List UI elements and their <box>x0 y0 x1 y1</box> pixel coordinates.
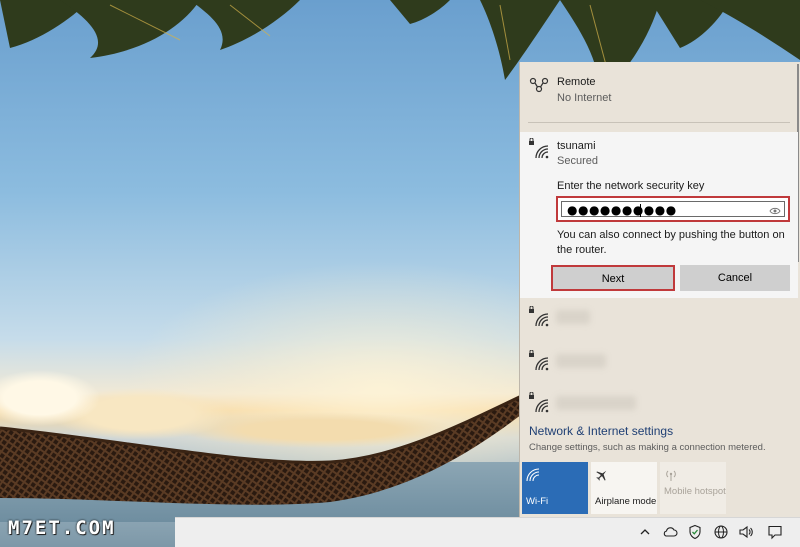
tile-label: Airplane mode <box>595 496 657 507</box>
network-status: No Internet <box>557 92 612 104</box>
mobile-hotspot-tile[interactable]: Mobile hotspot <box>660 462 726 514</box>
notification-icon[interactable] <box>767 524 783 540</box>
security-key-label: Enter the network security key <box>557 180 705 192</box>
divider <box>528 122 790 123</box>
blurred-network-name <box>556 396 636 410</box>
wifi-secured-icon <box>529 350 549 371</box>
blurred-network-name <box>556 310 590 324</box>
tile-label: Mobile hotspot <box>664 486 726 497</box>
network-status: Secured <box>557 155 598 167</box>
wifi-toggle-tile[interactable]: Wi-Fi <box>522 462 588 514</box>
watermark-text: M7ET.COM <box>8 517 116 539</box>
taskbar <box>175 517 800 547</box>
airplane-icon <box>596 470 607 481</box>
globe-network-icon[interactable] <box>713 524 729 540</box>
security-key-field-border: ●●●●●●●●●● <box>561 201 785 217</box>
network-item-blurred[interactable] <box>520 384 798 428</box>
cancel-button[interactable]: Cancel <box>680 265 790 291</box>
network-name: Remote <box>557 76 596 88</box>
cloud-icon[interactable] <box>662 524 678 540</box>
security-shield-icon[interactable] <box>687 524 703 540</box>
next-button[interactable]: Next <box>551 265 675 291</box>
security-key-value: ●●●●●●●●●● <box>567 203 677 217</box>
network-name: tsunami <box>557 140 596 152</box>
network-item-tsunami[interactable]: tsunami Secured Enter the network securi… <box>520 132 798 298</box>
network-item-blurred[interactable] <box>520 298 798 342</box>
chevron-up-icon[interactable] <box>637 524 653 540</box>
wifi-icon <box>526 468 540 482</box>
wps-hint-text: You can also connect by pushing the butt… <box>557 229 785 256</box>
network-settings-description: Change settings, such as making a connec… <box>529 442 766 453</box>
reveal-password-icon[interactable] <box>769 206 781 216</box>
network-flyout: Remote No Internet tsunami Secured Enter… <box>519 62 800 517</box>
remote-network-icon <box>529 77 549 93</box>
wifi-secured-icon <box>529 138 549 159</box>
hotspot-icon <box>666 470 676 481</box>
network-settings-link[interactable]: Network & Internet settings <box>529 424 673 438</box>
blurred-network-name <box>556 354 606 368</box>
wifi-secured-icon <box>529 392 549 413</box>
wifi-secured-icon <box>529 306 549 327</box>
airplane-mode-tile[interactable]: Airplane mode <box>591 462 657 514</box>
network-item-remote[interactable]: Remote No Internet <box>520 62 798 124</box>
network-item-blurred[interactable] <box>520 342 798 386</box>
volume-icon[interactable] <box>738 524 754 540</box>
hammock-image <box>0 386 540 505</box>
security-key-input[interactable]: ●●●●●●●●●● <box>556 196 790 222</box>
text-caret <box>640 204 641 217</box>
tile-label: Wi-Fi <box>526 496 549 507</box>
